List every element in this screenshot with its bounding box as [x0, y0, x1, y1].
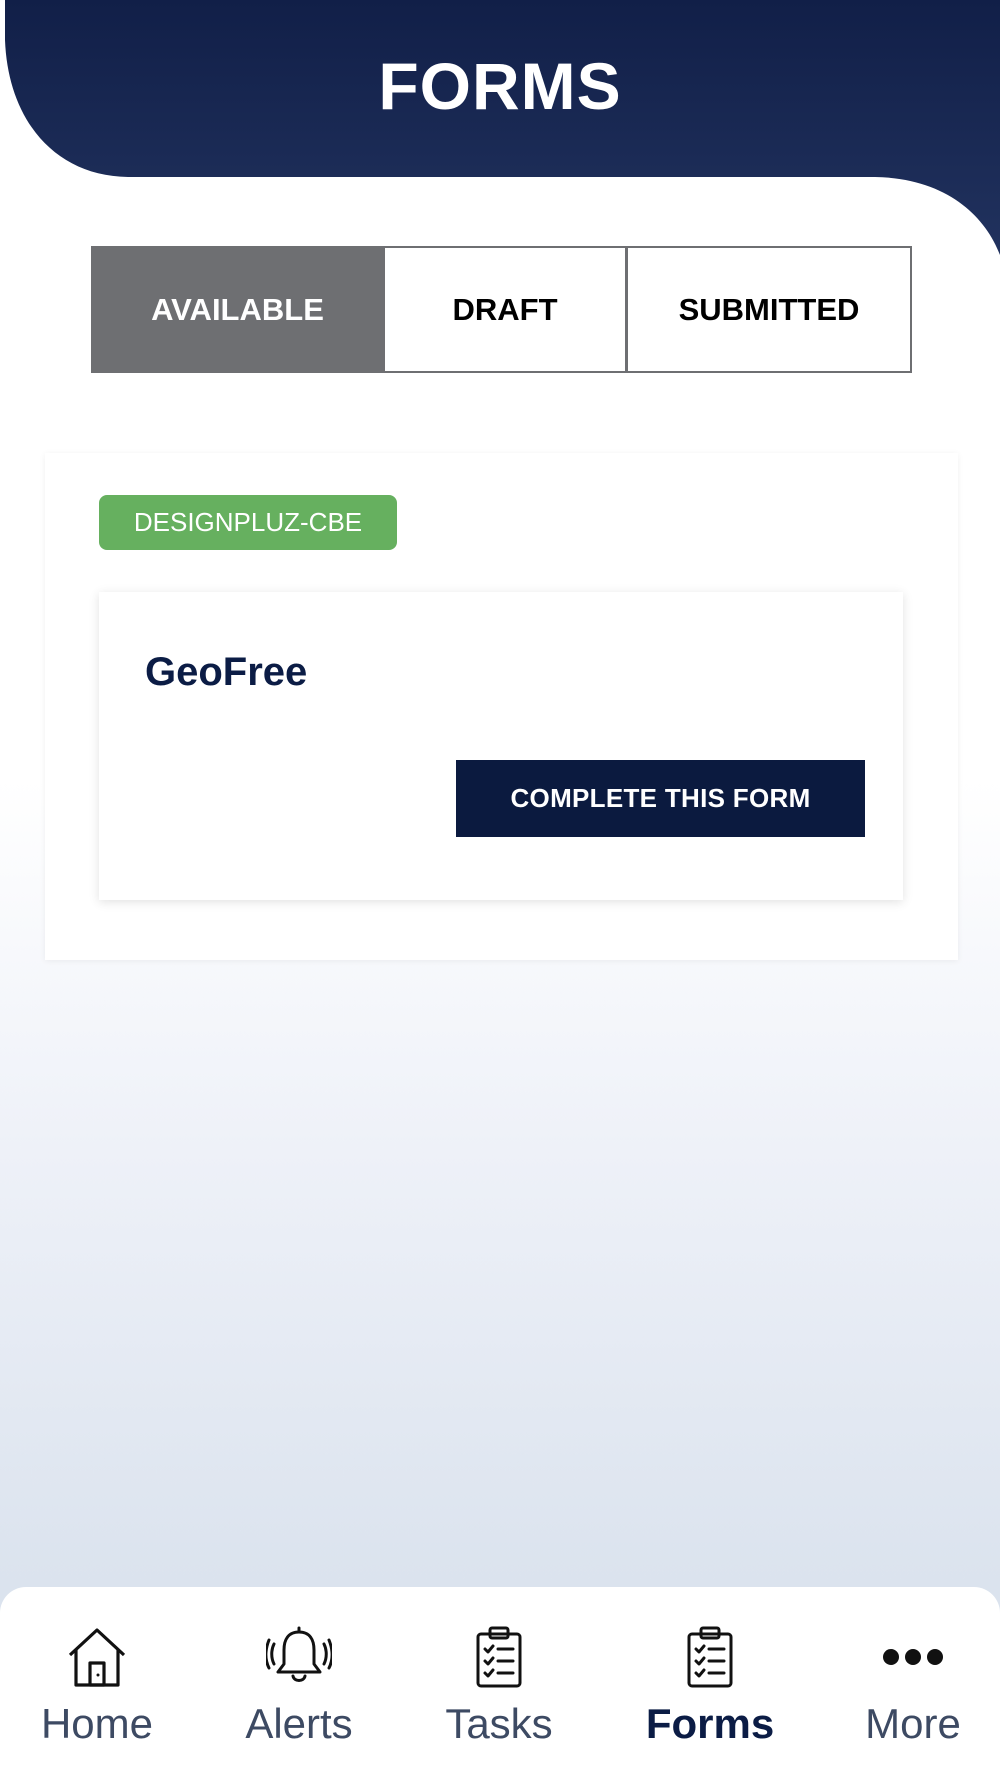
- home-icon: [66, 1622, 128, 1692]
- header-background: [5, 0, 1000, 255]
- form-card: GeoFree COMPLETE THIS FORM: [99, 592, 903, 900]
- nav-item-forms[interactable]: Forms: [610, 1587, 810, 1778]
- clipboard-icon: [474, 1622, 524, 1692]
- nav-label-alerts: Alerts: [245, 1700, 353, 1747]
- page-title: FORMS: [378, 49, 622, 123]
- organization-badge: DESIGNPLUZ-CBE: [99, 495, 397, 550]
- tab-submitted[interactable]: SUBMITTED: [625, 248, 910, 371]
- form-title: GeoFree: [145, 650, 308, 694]
- bottom-navigation: Home Alerts Tasks Forms More: [0, 1587, 1000, 1778]
- status-tabs: AVAILABLE DRAFT SUBMITTED: [91, 246, 912, 373]
- nav-item-alerts[interactable]: Alerts: [199, 1587, 399, 1778]
- nav-item-home[interactable]: Home: [0, 1587, 197, 1778]
- form-group-card: DESIGNPLUZ-CBE GeoFree COMPLETE THIS FOR…: [45, 453, 958, 960]
- nav-label-home: Home: [40, 1700, 154, 1747]
- tab-available[interactable]: AVAILABLE: [93, 248, 382, 371]
- nav-label-tasks: Tasks: [445, 1700, 553, 1747]
- bell-icon: [266, 1622, 332, 1692]
- nav-item-more[interactable]: More: [813, 1587, 1000, 1778]
- clipboard-icon: [685, 1622, 735, 1692]
- nav-item-tasks[interactable]: Tasks: [399, 1587, 599, 1778]
- more-icon: [882, 1622, 944, 1692]
- nav-label-forms: Forms: [645, 1700, 775, 1747]
- nav-label-more: More: [865, 1700, 961, 1747]
- complete-form-button[interactable]: COMPLETE THIS FORM: [456, 760, 865, 837]
- tab-draft[interactable]: DRAFT: [382, 248, 625, 371]
